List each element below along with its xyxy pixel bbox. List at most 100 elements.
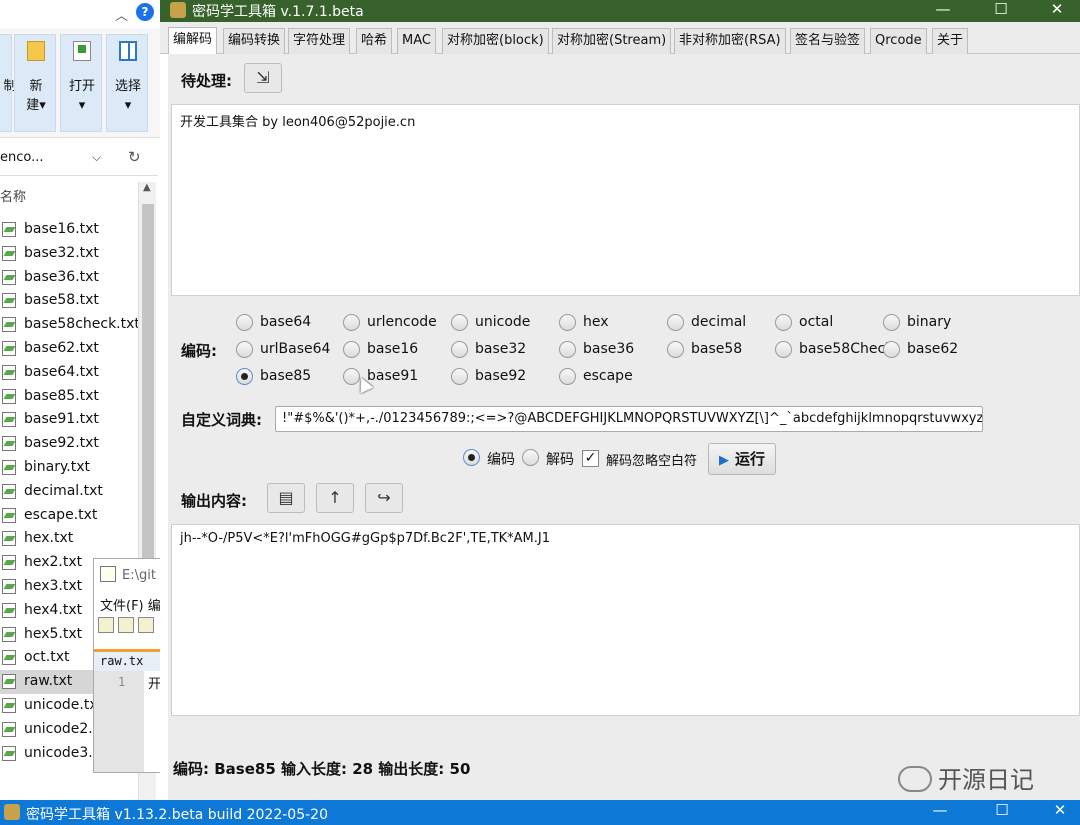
text-file-icon	[2, 721, 16, 737]
encoding-label: base16	[367, 341, 419, 357]
radio-circle	[451, 341, 468, 358]
file-list-item[interactable]: base36.txt	[0, 266, 138, 290]
encoding-label: 编码:	[181, 342, 217, 360]
import-file-button[interactable]: ⇲	[244, 63, 282, 93]
encoding-label: base62	[907, 341, 959, 357]
minimize-button[interactable]: —	[920, 801, 960, 819]
encoding-label: base92	[475, 368, 527, 384]
file-list-item[interactable]: binary.txt	[0, 456, 138, 480]
file-name: hex3.txt	[24, 578, 83, 594]
tab-4[interactable]: MAC	[397, 28, 436, 54]
forward-button[interactable]: ↪	[365, 483, 403, 513]
column-header-name[interactable]: 名称	[0, 186, 26, 205]
minimize-button[interactable]: —	[920, 0, 966, 22]
tab-5[interactable]: 对称加密(block)	[442, 28, 549, 54]
file-list-item[interactable]: base64.txt	[0, 361, 138, 385]
custom-dict-input[interactable]: !"#$%&'()*+,-./0123456789:;<=>?@ABCDEFGH…	[275, 406, 983, 432]
text-file-icon	[2, 222, 16, 237]
text-file-icon	[2, 460, 16, 475]
text-file-icon	[2, 388, 16, 404]
ribbon-open-label: 打开 ▾	[68, 79, 95, 113]
encoding-label: octal	[799, 314, 834, 330]
ignore-whitespace-checkbox[interactable]: ✓	[582, 450, 599, 467]
file-list-item[interactable]: base91.txt	[0, 408, 138, 432]
encoding-label: base64	[260, 314, 312, 330]
ignore-whitespace-label: 解码忽略空白符	[606, 454, 698, 469]
tab-1[interactable]: 编码转换	[223, 28, 286, 54]
maximize-button[interactable]: ☐	[978, 0, 1024, 22]
new-folder-icon	[27, 41, 45, 61]
tab-2[interactable]: 字符处理	[288, 28, 351, 54]
tab-8[interactable]: 签名与验签	[790, 28, 866, 54]
text-file-icon	[2, 555, 16, 571]
ribbon-copy-button[interactable]: 制	[0, 34, 17, 132]
file-name: unicode3.t	[24, 744, 99, 761]
move-up-button[interactable]: ↑	[316, 483, 354, 513]
text-file-icon	[2, 317, 16, 333]
collapse-ribbon-icon[interactable]: ︿	[115, 5, 128, 24]
tab-0[interactable]: 编解码	[168, 27, 218, 55]
radio-circle	[775, 341, 792, 358]
second-window-title: 密码学工具箱 v1.13.2.beta build 2022-05-20	[26, 807, 328, 823]
copy-output-button[interactable]: ▤	[267, 483, 305, 513]
ribbon-select-button[interactable]: 选择 ▾	[106, 34, 148, 132]
radio-circle	[883, 314, 900, 331]
notepad-icon	[100, 566, 116, 582]
close-button[interactable]: ✕	[1040, 801, 1080, 819]
text-file-icon	[2, 531, 16, 547]
file-list-item[interactable]: base58check.txt	[0, 313, 138, 337]
text-file-icon	[2, 364, 16, 380]
file-list-item[interactable]: base92.txt	[0, 432, 138, 456]
ribbon-new-button[interactable]: 新 建▾	[14, 34, 56, 132]
text-file-icon	[2, 412, 16, 428]
file-name: base64.txt	[24, 363, 99, 380]
tab-10[interactable]: 关于	[932, 28, 969, 54]
file-list-item[interactable]: base58.txt	[0, 289, 138, 313]
select-icon	[119, 41, 137, 61]
file-list-item[interactable]: base16.txt	[0, 218, 138, 242]
checkmark-icon: ✓	[584, 450, 597, 466]
ribbon-open-button[interactable]: 打开 ▾	[60, 34, 102, 132]
input-textarea[interactable]: 开发工具集合 by leon406@52pojie.cn	[171, 104, 1080, 296]
file-name: base32.txt	[24, 244, 99, 261]
copy-icon: ▤	[278, 488, 294, 507]
open-folder-icon[interactable]	[118, 617, 134, 633]
new-file-icon[interactable]	[98, 617, 114, 633]
close-button[interactable]: ✕	[1034, 0, 1080, 22]
encoding-label: base85	[260, 368, 312, 384]
tab-6[interactable]: 对称加密(Stream)	[552, 28, 672, 54]
file-list-item[interactable]: base62.txt	[0, 337, 138, 361]
radio-circle	[667, 341, 684, 358]
wechat-icon	[898, 766, 932, 792]
notepad-file-tab[interactable]: raw.tx	[94, 649, 160, 671]
file-list-item[interactable]: hex.txt	[0, 527, 138, 551]
run-button[interactable]: ▶ 运行	[708, 443, 777, 475]
input-label: 待处理:	[181, 72, 232, 90]
save-icon[interactable]	[138, 617, 154, 633]
notepad-menu-file[interactable]: 文件(F) 编	[100, 595, 160, 614]
file-list-item[interactable]: base32.txt	[0, 242, 138, 266]
text-file-icon	[2, 698, 16, 713]
radio-circle	[559, 314, 576, 331]
file-list-item[interactable]: escape.txt	[0, 504, 138, 528]
scroll-up-icon[interactable]: ▲	[143, 182, 151, 193]
tab-7[interactable]: 非对称加密(RSA)	[674, 28, 786, 54]
encoding-label: binary	[907, 314, 952, 330]
app-titlebar: 密码学工具箱 v.1.7.1.beta — ☐ ✕	[160, 0, 1080, 22]
help-icon[interactable]: ?	[136, 3, 154, 21]
radio-circle	[522, 449, 539, 466]
radio-circle	[236, 368, 253, 385]
text-file-icon	[2, 436, 16, 452]
output-textarea[interactable]: jh--*O-/P5V<*E?l'mFhOGG#gGp$p7Df.Bc2F',T…	[171, 524, 1080, 716]
text-file-icon	[2, 579, 16, 594]
text-file-icon	[2, 341, 16, 356]
file-list-item[interactable]: decimal.txt	[0, 480, 138, 504]
file-list-item[interactable]: base85.txt	[0, 385, 138, 409]
refresh-icon[interactable]: ↻	[128, 148, 141, 166]
tab-3[interactable]: 哈希	[356, 28, 393, 54]
file-name: base36.txt	[24, 268, 99, 285]
address-bar[interactable]: enco... ⌵ ↻	[0, 142, 158, 176]
tab-9[interactable]: Qrcode	[870, 28, 927, 54]
maximize-button[interactable]: ☐	[982, 801, 1022, 819]
chevron-down-icon[interactable]: ⌵	[92, 150, 101, 165]
